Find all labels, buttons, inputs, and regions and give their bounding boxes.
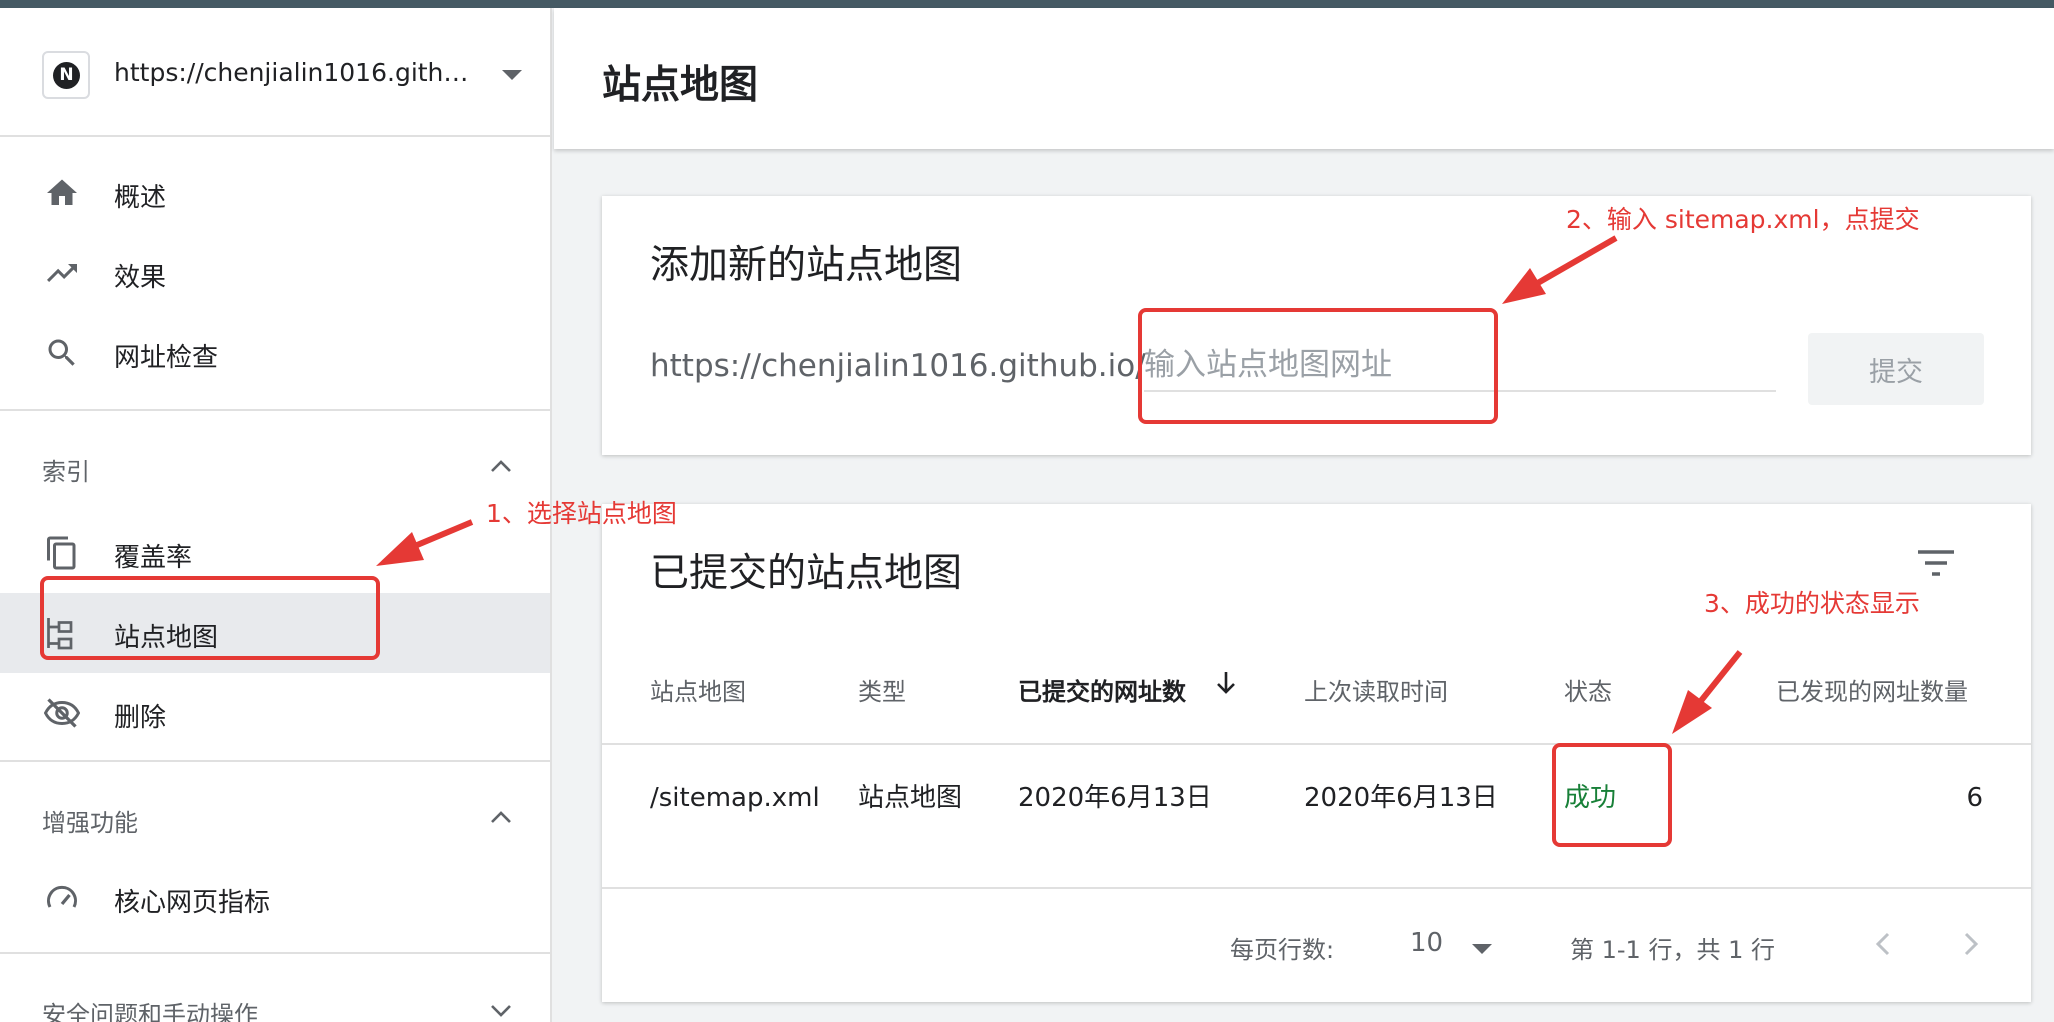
- section-title-enhancements: 增强功能: [42, 809, 138, 837]
- sidebar-item-core-web-vitals[interactable]: 核心网页指标: [0, 858, 550, 938]
- cell-submitted-date: 2020年6月13日: [1018, 783, 1212, 813]
- submitted-sitemaps-title: 已提交的站点地图: [650, 551, 963, 596]
- sidebar-item-removals[interactable]: 删除: [0, 673, 550, 753]
- filter-icon[interactable]: [1916, 548, 1956, 578]
- sidebar-item-url-inspection[interactable]: 网址检查: [0, 313, 550, 393]
- chevron-right-icon[interactable]: [1954, 924, 1986, 964]
- chevron-left-icon[interactable]: [1868, 924, 1900, 964]
- top-bar: [0, 0, 2054, 8]
- sidebar: N https://chenjialin1016.github.io/ 概述 效…: [0, 8, 552, 1022]
- column-header-discovered-urls[interactable]: 已发现的网址数量: [1776, 672, 1968, 707]
- submitted-sitemaps-card: 已提交的站点地图 站点地图 类型 已提交的网址数 上次读取时间 状态 已发现的网…: [602, 504, 2031, 1002]
- gauge-icon: [47, 885, 77, 908]
- chevron-up-icon[interactable]: [490, 810, 512, 824]
- chevron-down-icon[interactable]: [502, 70, 522, 80]
- property-logo: N: [42, 51, 90, 99]
- add-sitemap-title: 添加新的站点地图: [650, 243, 963, 288]
- page-header: 站点地图: [554, 8, 2054, 149]
- home-icon: [47, 179, 77, 205]
- annotation-box-url-input: [1138, 308, 1498, 424]
- sidebar-item-label: 概述: [114, 183, 167, 213]
- annotation-step1: 1、选择站点地图: [486, 499, 677, 528]
- cell-discovered-count: 6: [1966, 783, 1983, 813]
- property-logo-letter: N: [53, 62, 80, 89]
- column-header-last-read[interactable]: 上次读取时间: [1304, 672, 1448, 707]
- chevron-down-icon[interactable]: [490, 1004, 512, 1018]
- trending-up-icon: [47, 264, 77, 282]
- sidebar-item-label: 效果: [114, 263, 167, 293]
- annotation-box-status: [1552, 743, 1672, 847]
- column-header-type[interactable]: 类型: [858, 672, 906, 707]
- arrow-down-icon[interactable]: [1214, 668, 1238, 698]
- sitemap-url-prefix: https://chenjialin1016.github.io/: [650, 348, 1146, 384]
- page-title: 站点地图: [602, 63, 759, 108]
- rows-per-page-select[interactable]: 10: [1410, 928, 1443, 958]
- rows-per-page-label: 每页行数:: [1230, 936, 1335, 964]
- cell-sitemap[interactable]: /sitemap.xml: [650, 776, 820, 820]
- sidebar-item-label: 删除: [114, 703, 167, 733]
- property-url: https://chenjialin1016.github.io/: [114, 58, 474, 87]
- column-header-submitted-urls[interactable]: 已提交的网址数: [1018, 672, 1186, 707]
- table-divider: [602, 887, 2031, 889]
- sidebar-item-label: 核心网页指标: [114, 888, 271, 918]
- section-title-security: 安全问题和手动操作: [42, 1001, 258, 1022]
- sidebar-item-label: 网址检查: [114, 343, 219, 373]
- cell-type: 站点地图: [858, 783, 963, 813]
- cell-last-read: 2020年6月13日: [1304, 783, 1498, 813]
- search-icon: [48, 339, 75, 366]
- annotation-box-sitemap-nav: [40, 576, 380, 660]
- chevron-up-icon[interactable]: [490, 459, 512, 473]
- sidebar-divider: [0, 760, 550, 762]
- table-divider: [602, 743, 2031, 745]
- sidebar-item-label: 覆盖率: [114, 543, 193, 573]
- copy-icon: [47, 536, 76, 570]
- sidebar-divider: [0, 952, 550, 954]
- column-header-sitemap[interactable]: 站点地图: [650, 672, 746, 707]
- property-selector[interactable]: N https://chenjialin1016.github.io/: [0, 8, 550, 137]
- submit-button[interactable]: 提交: [1808, 333, 1984, 405]
- annotation-step2: 2、输入 sitemap.xml，点提交: [1566, 205, 1920, 234]
- pagination-range: 第 1-1 行，共 1 行: [1570, 936, 1775, 964]
- eye-off-icon: [44, 698, 80, 728]
- annotation-step3: 3、成功的状态显示: [1704, 589, 1920, 618]
- column-header-status[interactable]: 状态: [1564, 672, 1612, 707]
- section-title-index: 索引: [42, 458, 90, 486]
- sidebar-item-overview[interactable]: 概述: [0, 153, 550, 233]
- sidebar-divider: [0, 409, 550, 411]
- chevron-down-icon[interactable]: [1472, 944, 1492, 954]
- sidebar-item-performance[interactable]: 效果: [0, 233, 550, 313]
